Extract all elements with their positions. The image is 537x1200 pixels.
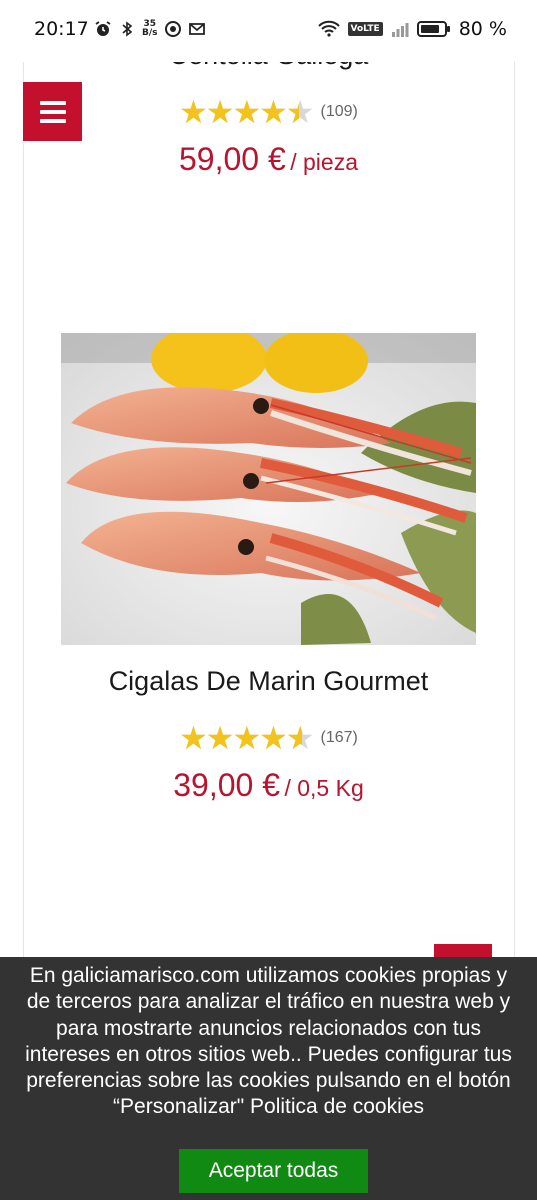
gmail-icon [188, 23, 205, 35]
rating-count: (109) [320, 103, 358, 120]
rating-count: (167) [320, 729, 358, 746]
bluetooth-icon [122, 21, 133, 37]
star-rating-icon: ★★★★★ ★★★★★ [179, 719, 314, 757]
battery-percent: 80 % [458, 18, 507, 40]
chrome-icon [164, 21, 181, 37]
wifi-icon [317, 20, 340, 37]
signal-icon [391, 23, 409, 37]
product-rating: ★★★★★ ★★★★★ (167) [0, 722, 537, 754]
status-right-icons: VoLTE 80 % [317, 18, 507, 40]
hamburger-icon-bar [39, 109, 66, 114]
cookie-banner: En galiciamarisco.com utilizamos cookies… [0, 957, 537, 1200]
cookie-banner-text: En galiciamarisco.com utilizamos cookies… [25, 964, 512, 1119]
hamburger-icon-bar [39, 100, 66, 105]
clock: 20:17 [34, 18, 89, 40]
product-price: 59,00 € / pieza [179, 141, 358, 177]
product-title[interactable]: Cigalas De Marin Gourmet [0, 666, 537, 697]
product-image[interactable] [61, 333, 476, 645]
status-left-icons: 35 B/s [94, 20, 206, 38]
langoustine-photo [61, 333, 476, 645]
network-speed: 35 B/s [142, 19, 158, 38]
volte-badge: VoLTE [347, 22, 383, 36]
status-bar: 20:17 35 B/s VoLTE 80 % [0, 0, 537, 62]
hamburger-icon-bar [39, 118, 66, 123]
battery-icon [416, 21, 450, 37]
star-rating-icon: ★★★★★ ★★★★★ [179, 93, 314, 131]
accept-all-button[interactable]: Aceptar todas [179, 1149, 368, 1193]
menu-button[interactable] [23, 82, 82, 141]
product-price: 39,00 € / 0,5 Kg [173, 767, 364, 803]
alarm-icon [95, 21, 111, 36]
